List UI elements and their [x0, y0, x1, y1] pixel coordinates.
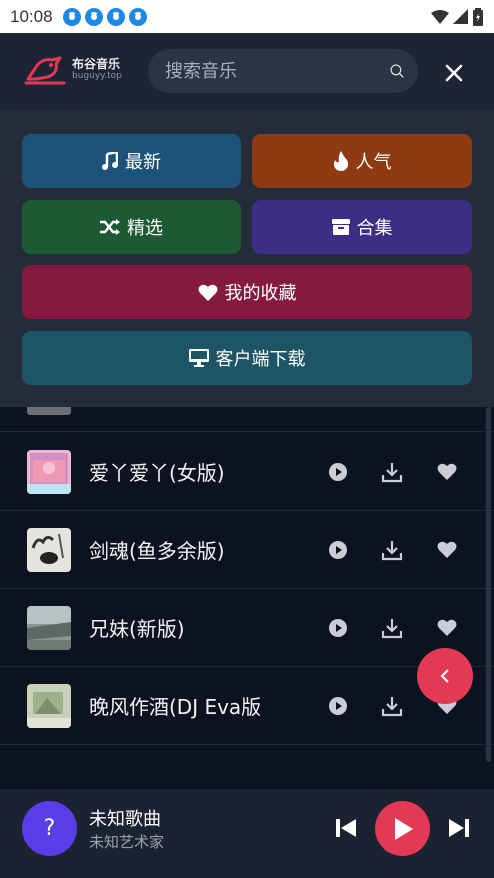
- category-menu: 最新 人气 精选 合集 我的收藏 客户端下载: [0, 110, 494, 407]
- play-circle-icon: [329, 696, 347, 715]
- download-song-button[interactable]: [381, 695, 403, 717]
- heart-icon: [437, 463, 457, 480]
- signal-icon: [453, 9, 468, 24]
- menu-client-download-label: 客户端下载: [215, 349, 306, 370]
- favorite-song-button[interactable]: [436, 539, 458, 561]
- song-cover: [27, 450, 71, 494]
- back-float-button[interactable]: [417, 648, 473, 704]
- menu-selected-button[interactable]: 精选: [22, 200, 241, 254]
- box-icon: [331, 219, 350, 235]
- status-icons: [431, 7, 484, 26]
- play-pause-button[interactable]: [375, 801, 430, 856]
- menu-collection-button[interactable]: 合集: [252, 200, 472, 254]
- song-title: 兄妹(新版): [89, 617, 185, 641]
- menu-selected-label: 精选: [127, 218, 163, 239]
- status-bar: 10:08: [0, 0, 494, 33]
- play-song-button[interactable]: [327, 617, 349, 639]
- search-bar[interactable]: [148, 49, 418, 93]
- battery-icon: [473, 7, 483, 26]
- next-track-button[interactable]: [447, 816, 471, 840]
- search-icon[interactable]: [390, 58, 404, 84]
- download-song-button[interactable]: [381, 461, 403, 483]
- song-row[interactable]: 剑魂(鱼多余版): [0, 511, 494, 589]
- notification-icon: [84, 7, 103, 26]
- download-icon: [381, 618, 403, 638]
- download-icon: [381, 462, 403, 482]
- song-cover: [27, 606, 71, 650]
- menu-client-download-button[interactable]: 客户端下载: [22, 331, 472, 385]
- previous-track-button[interactable]: [334, 816, 358, 840]
- download-icon: [381, 696, 403, 716]
- play-circle-icon: [329, 618, 347, 637]
- app-logo[interactable]: 布谷音乐 buguyy.top: [24, 55, 122, 85]
- menu-favorites-button[interactable]: 我的收藏: [22, 265, 472, 319]
- play-circle-icon: [329, 540, 347, 559]
- song-title: 晚风作酒(DJ Eva版: [89, 695, 262, 719]
- song-row[interactable]: 兄妹(新版): [0, 589, 494, 667]
- menu-popular-button[interactable]: 人气: [252, 134, 472, 188]
- list-item: [0, 407, 494, 432]
- play-circle-icon: [329, 462, 347, 481]
- download-icon: [381, 540, 403, 560]
- menu-latest-label: 最新: [125, 152, 161, 173]
- heart-icon: [437, 541, 457, 558]
- favorite-song-button[interactable]: [436, 461, 458, 483]
- play-song-button[interactable]: [327, 539, 349, 561]
- song-title: 剑魂(鱼多余版): [89, 539, 225, 563]
- music-note-icon: [102, 152, 118, 170]
- play-song-button[interactable]: [327, 695, 349, 717]
- status-time: 10:08: [10, 6, 53, 26]
- song-cover: [27, 684, 71, 728]
- wifi-icon: [431, 9, 449, 24]
- logo-title: 布谷音乐: [72, 57, 121, 72]
- desktop-icon: [188, 349, 209, 367]
- menu-favorites-label: 我的收藏: [224, 283, 297, 304]
- download-song-button[interactable]: [381, 617, 403, 639]
- player-artist: 未知艺术家: [89, 833, 165, 851]
- skip-previous-icon: [336, 819, 356, 837]
- skip-next-icon: [449, 819, 469, 837]
- play-icon: [394, 817, 413, 840]
- play-song-button[interactable]: [327, 461, 349, 483]
- bird-logo-icon: [24, 56, 66, 85]
- app-header: 布谷音乐 buguyy.top: [0, 33, 494, 110]
- notification-icon: [62, 7, 81, 26]
- menu-collection-label: 合集: [356, 218, 393, 239]
- logo-subtitle: buguyy.top: [72, 70, 122, 81]
- list-scrollbar[interactable]: [486, 407, 491, 762]
- menu-latest-button[interactable]: 最新: [22, 134, 241, 188]
- close-icon: [445, 64, 463, 82]
- shuffle-icon: [100, 219, 120, 235]
- song-cover: [27, 528, 71, 572]
- favorite-song-button[interactable]: [436, 617, 458, 639]
- close-menu-button[interactable]: [440, 59, 468, 87]
- song-title: 爱丫爱丫(女版): [89, 461, 225, 485]
- heart-icon: [437, 619, 457, 636]
- player-song-title: 未知歌曲: [89, 809, 161, 830]
- album-avatar[interactable]: ?: [22, 801, 77, 856]
- search-input[interactable]: [165, 60, 390, 82]
- fire-icon: [333, 151, 348, 171]
- menu-popular-label: 人气: [355, 152, 392, 173]
- mini-player: ? 未知歌曲 未知艺术家: [0, 789, 494, 878]
- chevron-left-icon: [440, 669, 449, 683]
- song-row[interactable]: 爱丫爱丫(女版): [0, 433, 494, 511]
- notification-icon: [106, 7, 125, 26]
- song-cover: [27, 407, 71, 415]
- download-song-button[interactable]: [381, 539, 403, 561]
- heart-icon: [198, 284, 217, 301]
- notification-icon: [128, 7, 147, 26]
